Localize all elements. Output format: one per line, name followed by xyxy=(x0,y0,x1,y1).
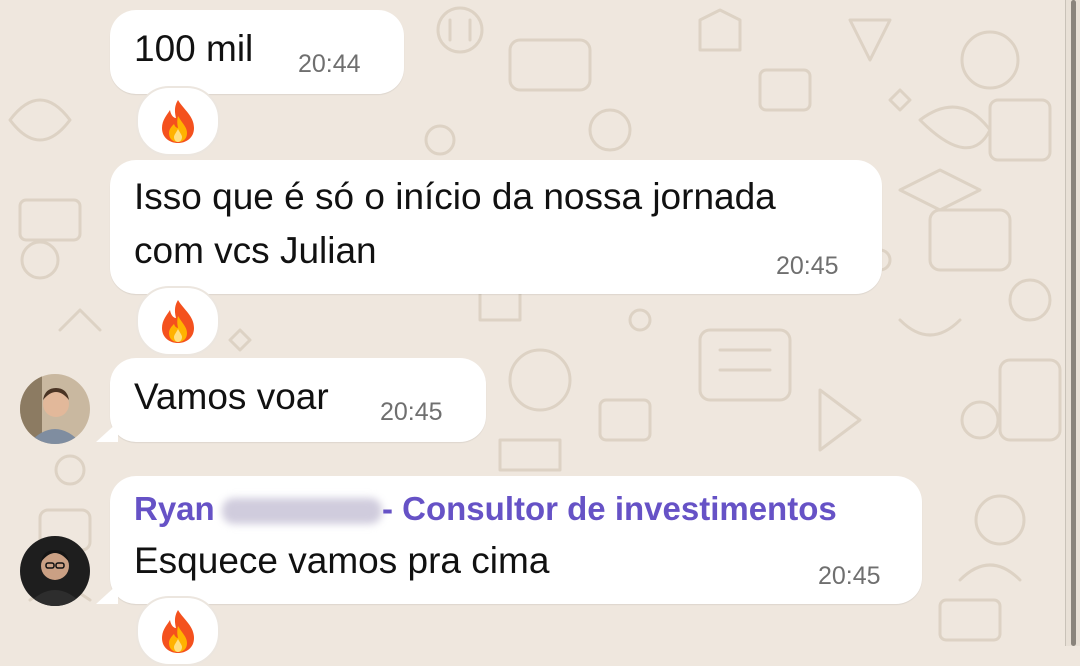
redacted-name xyxy=(222,498,382,524)
sender-title[interactable]: - Consultor de investimentos xyxy=(382,490,837,528)
sender-avatar-2[interactable] xyxy=(20,536,90,606)
fire-emoji-icon xyxy=(162,300,194,343)
message-text: 100 mil xyxy=(134,28,254,69)
message-bubble-2[interactable]: Isso que é só o início da nossa jornada … xyxy=(110,160,882,294)
fire-emoji-icon xyxy=(162,100,194,143)
message-text-line-2: com vcs Julian xyxy=(134,230,377,271)
reaction-badge-2[interactable] xyxy=(136,286,220,356)
sender-name[interactable]: Ryan xyxy=(134,490,215,528)
message-timestamp: 20:45 xyxy=(380,398,443,426)
reaction-badge-1[interactable] xyxy=(136,86,220,156)
reaction-badge-4[interactable] xyxy=(136,596,220,666)
avatar-photo xyxy=(20,374,90,444)
fire-emoji-icon xyxy=(162,610,194,653)
message-timestamp: 20:44 xyxy=(298,50,361,78)
chat-scrollbar[interactable] xyxy=(1065,0,1080,646)
message-bubble-3[interactable]: Vamos voar 20:45 xyxy=(96,358,486,442)
message-bubble-4[interactable]: Ryan - Consultor de investimentos Esquec… xyxy=(96,476,922,604)
sender-avatar-1[interactable] xyxy=(20,374,90,444)
avatar-photo xyxy=(20,536,90,606)
message-timestamp: 20:45 xyxy=(818,562,881,590)
message-text: Esquece vamos pra cima xyxy=(134,540,550,581)
message-text-line-1: Isso que é só o início da nossa jornada xyxy=(134,176,776,217)
message-text: Vamos voar xyxy=(134,376,329,417)
message-timestamp: 20:45 xyxy=(776,252,839,280)
scrollbar-thumb[interactable] xyxy=(1071,0,1076,646)
message-bubble-1[interactable]: 100 mil 20:44 xyxy=(110,10,404,94)
